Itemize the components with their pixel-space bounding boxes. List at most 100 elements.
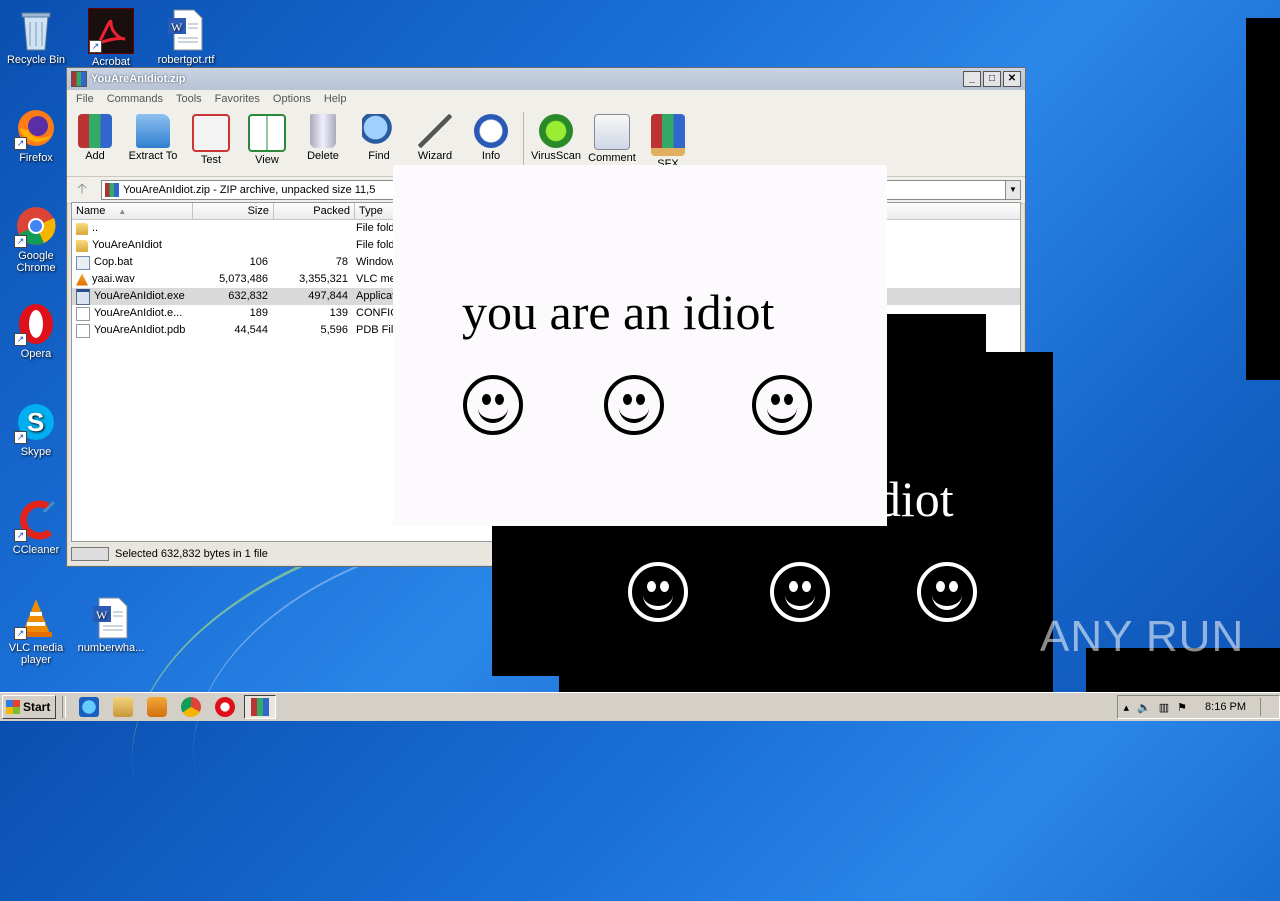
desktop-icon-recycle-bin[interactable]: Recycle Bin: [1, 8, 71, 66]
column-name[interactable]: Name ▲: [72, 203, 193, 219]
file-packed: [272, 237, 352, 254]
column-size[interactable]: Size: [193, 203, 274, 219]
clock[interactable]: 8:16 PM: [1205, 701, 1246, 713]
file-size: 189: [249, 307, 268, 319]
file-size: 44,544: [234, 324, 268, 336]
desktop-icon-vlc[interactable]: ↗ VLC media player: [1, 596, 71, 666]
delete-button[interactable]: Delete: [295, 112, 351, 162]
magic-wand-icon: [418, 114, 452, 148]
svg-text:S: S: [27, 407, 44, 437]
desktop-icon-ccleaner[interactable]: ↗ CCleaner: [1, 498, 71, 556]
add-button[interactable]: Add: [67, 112, 123, 162]
firefox-icon: ↗: [14, 106, 58, 150]
ccleaner-icon: ↗: [14, 498, 58, 542]
taskbar-separator: [62, 696, 66, 718]
smiley-icon: [917, 562, 977, 622]
sfx-button[interactable]: SFX: [640, 112, 696, 170]
view-button[interactable]: View: [239, 112, 295, 166]
shortcut-arrow-icon: ↗: [14, 529, 27, 542]
recycle-bin-icon: [14, 8, 58, 52]
maximize-button[interactable]: □: [983, 71, 1001, 87]
file-size: 5,073,486: [219, 273, 268, 285]
desktop-icon-chrome[interactable]: ↗ Google Chrome: [1, 204, 71, 274]
file-packed: 5,596: [320, 324, 348, 336]
menu-bar: File Commands Tools Favorites Options He…: [67, 90, 1025, 108]
chrome-icon: ↗: [14, 204, 58, 248]
shortcut-arrow-icon: ↗: [14, 333, 27, 346]
test-button[interactable]: Test: [183, 112, 239, 166]
svg-text:W: W: [96, 608, 108, 622]
desktop-icon-opera[interactable]: ↗ Opera: [1, 302, 71, 360]
wizard-button[interactable]: Wizard: [407, 112, 463, 162]
chrome-icon[interactable]: [181, 697, 201, 717]
sort-ascending-icon: ▲: [118, 207, 127, 216]
menu-tools[interactable]: Tools: [176, 93, 202, 105]
shortcut-arrow-icon: ↗: [89, 40, 102, 53]
info-icon: [474, 114, 508, 148]
minimize-button[interactable]: _: [963, 71, 981, 87]
info-button[interactable]: Info: [463, 112, 519, 162]
desktop-icon-acrobat[interactable]: ↗ Acrobat: [76, 8, 146, 68]
internet-explorer-icon[interactable]: [79, 697, 99, 717]
close-button[interactable]: ✕: [1003, 71, 1021, 87]
exe-file-icon: [76, 288, 90, 305]
shortcut-arrow-icon: ↗: [14, 431, 27, 444]
file-name: yaai.wav: [92, 273, 135, 285]
folder-icon: [76, 239, 88, 252]
windows-logo-icon: [6, 700, 20, 714]
drive-icon: [71, 547, 109, 561]
comment-button[interactable]: Comment: [584, 112, 640, 164]
desktop-icon-firefox[interactable]: ↗ Firefox: [1, 106, 71, 164]
winrar-icon: [251, 698, 269, 716]
file-name: ..: [92, 222, 99, 234]
svg-text:W: W: [171, 20, 183, 34]
menu-commands[interactable]: Commands: [107, 93, 163, 105]
opera-icon: ↗: [14, 302, 58, 346]
menu-favorites[interactable]: Favorites: [215, 93, 260, 105]
shortcut-arrow-icon: ↗: [14, 235, 27, 248]
action-center-flag-icon[interactable]: ⚑: [1177, 701, 1187, 714]
desktop-icon-robertgot[interactable]: W robertgot.rtf: [151, 8, 221, 66]
virusscan-button[interactable]: VirusScan: [528, 112, 584, 162]
word-document-icon: W: [164, 8, 208, 52]
up-one-level-icon[interactable]: 🡡: [71, 178, 93, 202]
acrobat-icon: ↗: [88, 8, 134, 54]
file-packed: 78: [335, 256, 348, 268]
taskbar-winrar-button[interactable]: [244, 695, 276, 719]
bug-icon: [539, 114, 573, 148]
comment-icon: [594, 114, 630, 150]
find-button[interactable]: Find: [351, 112, 407, 162]
title-bar[interactable]: YouAreAnIdiot.zip _ □ ✕: [67, 68, 1025, 90]
start-button[interactable]: Start: [2, 695, 56, 719]
smiley-icon: [463, 375, 523, 435]
file-name: YouAreAnIdiot.pdb: [94, 324, 186, 336]
show-hidden-icons-icon[interactable]: ▴: [1124, 701, 1130, 714]
volume-icon[interactable]: 🔈: [1137, 701, 1151, 714]
file-name: Cop.bat: [94, 256, 133, 268]
desktop-icon-numberwha[interactable]: W numberwha...: [76, 596, 146, 654]
network-icon[interactable]: ▥: [1159, 701, 1169, 714]
extract-to-button[interactable]: Extract To: [123, 112, 183, 162]
status-text: Selected 632,832 bytes in 1 file: [115, 548, 268, 560]
address-dropdown-button[interactable]: ▼: [1005, 180, 1021, 200]
desktop-icon-skype[interactable]: S ↗ Skype: [1, 400, 71, 458]
media-player-icon[interactable]: [147, 697, 167, 717]
smiley-icon: [628, 562, 688, 622]
menu-help[interactable]: Help: [324, 93, 347, 105]
idiot-popup-light[interactable]: you are an idiot: [393, 165, 887, 526]
book-icon: [248, 114, 286, 152]
file-size: 632,832: [228, 290, 268, 302]
sfx-box-icon: [651, 114, 685, 156]
opera-icon[interactable]: [215, 697, 235, 717]
smiley-icon: [752, 375, 812, 435]
folder-icon: [76, 222, 88, 235]
file-size: [192, 237, 272, 254]
column-packed[interactable]: Packed: [274, 203, 355, 219]
shortcut-arrow-icon: ↗: [14, 137, 27, 150]
popup-message: you are an idiot: [462, 284, 775, 340]
show-desktop-button[interactable]: [1260, 698, 1273, 716]
menu-file[interactable]: File: [76, 93, 94, 105]
file-explorer-icon[interactable]: [113, 697, 133, 717]
menu-options[interactable]: Options: [273, 93, 311, 105]
archive-icon: [105, 183, 119, 197]
